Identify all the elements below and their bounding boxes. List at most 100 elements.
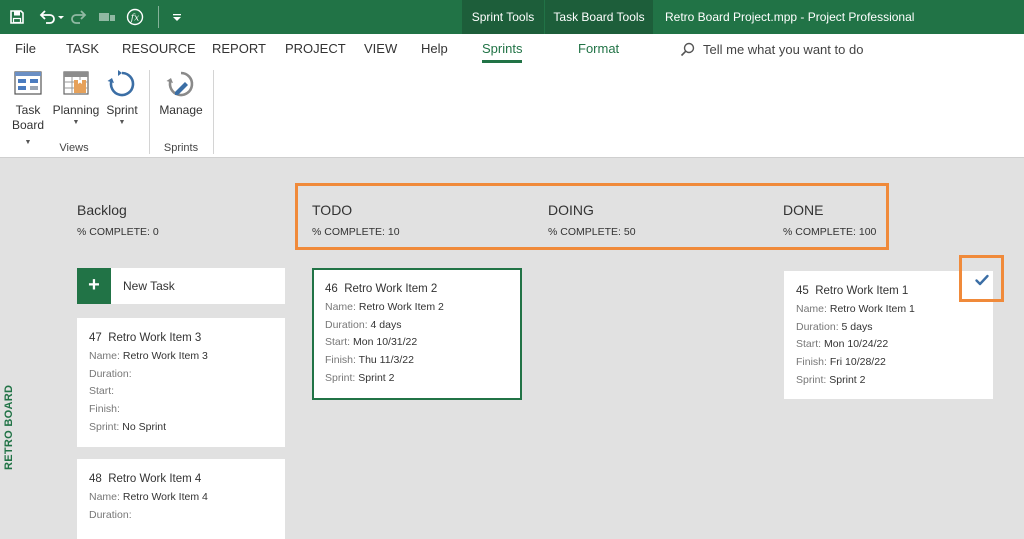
tab-resource[interactable]: RESOURCE (122, 34, 196, 64)
column-percent-backlog: % COMPLETE: 0 (77, 226, 159, 238)
card-name: Retro Work Item 2 (358, 300, 444, 313)
plus-icon: + (77, 268, 111, 304)
tab-sprints[interactable]: Sprints (482, 34, 523, 64)
card-finish: Thu 11/3/22 (358, 354, 414, 367)
context-tab-sprint-tools[interactable]: Sprint Tools (462, 0, 544, 34)
card-duration: 4 days (370, 318, 402, 331)
tab-task[interactable]: TASK (66, 34, 99, 64)
sprint-label: Sprint (106, 103, 138, 117)
name-label: Name: (796, 302, 827, 315)
touch-mode-icon[interactable] (94, 0, 120, 34)
card-title: Retro Work Item 1 (815, 285, 909, 297)
task-board-icon (14, 71, 42, 95)
sprint-label: Sprint: (796, 373, 827, 386)
card-id: 48 (89, 473, 102, 485)
tell-me-text: Tell me what you want to do (703, 41, 864, 57)
card-sprint: No Sprint (122, 420, 167, 433)
task-board-label-1: Task (15, 103, 41, 117)
start-label: Start: (89, 385, 115, 398)
save-icon[interactable] (0, 0, 34, 34)
formula-icon[interactable]: fx (120, 0, 150, 34)
duration-label: Duration: (89, 367, 132, 380)
card-id: 47 (89, 332, 102, 344)
chevron-down-icon: ▼ (118, 119, 126, 126)
svg-text:fx: fx (130, 14, 139, 24)
name-label: Name: (89, 490, 120, 503)
ribbon-group-separator (213, 70, 214, 154)
sprint-label: Sprint: (89, 420, 120, 433)
ribbon-tab-bar: File TASK RESOURCE REPORT PROJECT VIEW H… (0, 34, 1024, 64)
tab-help[interactable]: Help (421, 34, 448, 64)
sprint-cycle-icon (107, 70, 135, 97)
card-title: Retro Work Item 3 (108, 332, 202, 344)
task-card-48[interactable]: 48 Retro Work Item 4 Name: Retro Work It… (77, 459, 285, 539)
quick-access-toolbar: fx (0, 0, 189, 34)
redo-icon[interactable] (68, 0, 94, 34)
card-name: Retro Work Item 1 (829, 302, 915, 315)
task-card-47[interactable]: 47 Retro Work Item 3 Name: Retro Work It… (77, 318, 285, 447)
card-id: 45 (796, 285, 809, 297)
sprints-group-label: Sprints (163, 142, 199, 154)
planning-label: Planning (52, 103, 100, 117)
finish-label: Finish: (325, 354, 356, 367)
card-finish: Fri 10/28/22 (829, 356, 886, 369)
ribbon-group-separator (149, 70, 150, 154)
ribbon: Task Board ▼ Planning ▼ Sprint ▼ Views M… (0, 64, 1024, 158)
task-board-label-2: Board (11, 118, 45, 132)
checkmark-icon[interactable] (974, 272, 990, 288)
context-tab-task-board-tools[interactable]: Task Board Tools (545, 0, 653, 34)
search-icon (680, 42, 695, 56)
duration-label: Duration: (325, 318, 368, 331)
tab-file[interactable]: File (15, 34, 36, 64)
chevron-down-icon: ▼ (72, 119, 80, 126)
start-label: Start: (325, 336, 351, 349)
finish-label: Finish: (796, 356, 827, 369)
card-title: Retro Work Item 2 (344, 283, 438, 295)
card-name: Retro Work Item 3 (122, 349, 208, 362)
planning-icon (63, 71, 89, 95)
column-title-doing: DOING (548, 202, 594, 218)
card-id: 46 (325, 283, 338, 295)
card-start: Mon 10/24/22 (824, 338, 889, 351)
new-task-label: New Task (123, 279, 175, 293)
sprint-label: Sprint: (325, 371, 356, 384)
name-label: Name: (89, 349, 120, 362)
column-percent-todo: % COMPLETE: 10 (312, 226, 400, 238)
card-title: Retro Work Item 4 (108, 473, 202, 485)
card-sprint: Sprint 2 (358, 371, 395, 384)
views-group-label: Views (59, 142, 89, 154)
undo-icon[interactable] (34, 0, 68, 34)
start-label: Start: (796, 338, 822, 351)
column-percent-doing: % COMPLETE: 50 (548, 226, 636, 238)
task-board-button[interactable]: Task Board ▼ (8, 66, 48, 150)
tell-me-search[interactable]: Tell me what you want to do (680, 34, 863, 64)
card-start: Mon 10/31/22 (353, 336, 418, 349)
task-card-46[interactable]: 46 Retro Work Item 2 Name: Retro Work It… (312, 268, 522, 400)
duration-label: Duration: (796, 320, 839, 333)
sprint-button[interactable]: Sprint ▼ (104, 66, 140, 127)
tab-report[interactable]: REPORT (212, 34, 266, 64)
document-title: Retro Board Project.mpp - Project Profes… (665, 10, 915, 24)
duration-label: Duration: (89, 508, 132, 521)
manage-sprints-button[interactable]: Manage (158, 66, 204, 118)
retro-board-side-label: RETRO BOARD (3, 384, 15, 470)
tab-project[interactable]: PROJECT (285, 34, 346, 64)
card-name: Retro Work Item 4 (122, 490, 208, 503)
manage-sprints-icon (166, 71, 194, 97)
finish-label: Finish: (89, 403, 120, 416)
new-task-button[interactable]: + New Task (77, 268, 285, 304)
column-percent-done: % COMPLETE: 100 (783, 226, 877, 238)
name-label: Name: (325, 300, 356, 313)
tab-view[interactable]: VIEW (364, 34, 397, 64)
column-title-todo: TODO (312, 202, 353, 218)
card-duration: 5 days (841, 320, 873, 333)
customize-icon[interactable] (165, 0, 189, 34)
planning-button[interactable]: Planning ▼ (52, 66, 100, 127)
manage-label: Manage (159, 103, 203, 117)
column-title-done: DONE (783, 202, 824, 218)
card-sprint: Sprint 2 (829, 373, 866, 386)
title-bar: fx Sprint Tools Task Board Tools Retro B… (0, 0, 1024, 34)
chevron-down-icon: ▼ (24, 139, 32, 146)
toolbar-separator (158, 6, 159, 28)
tab-format[interactable]: Format (578, 34, 619, 64)
